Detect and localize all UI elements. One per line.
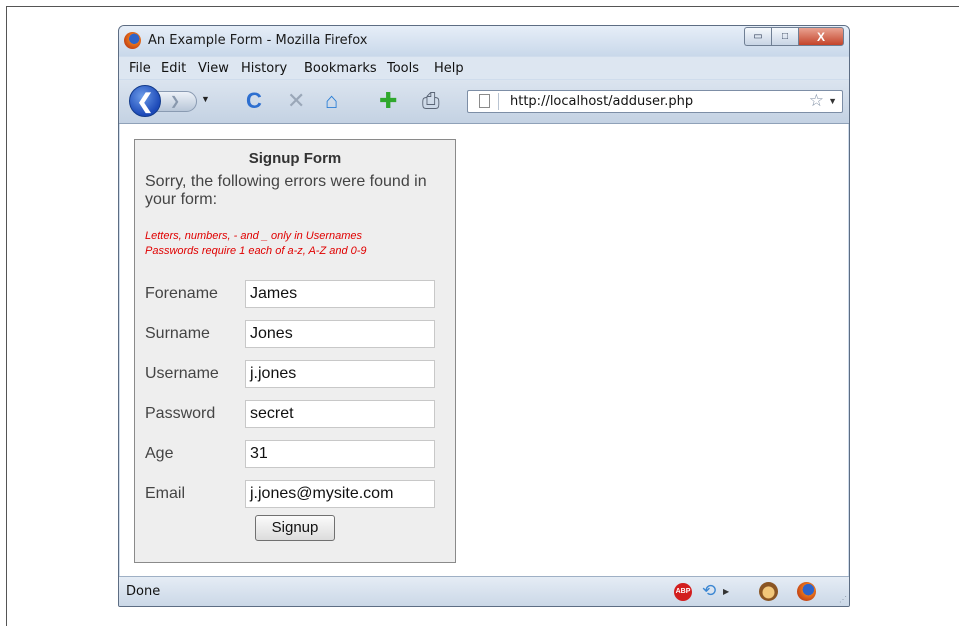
- add-bookmark-icon[interactable]: ✚: [379, 89, 397, 113]
- resize-grip-icon[interactable]: ⋰: [839, 595, 847, 604]
- firefox-logo-icon: [124, 32, 141, 49]
- stop-icon[interactable]: ✕: [287, 89, 305, 113]
- window-controls: ▭ □ X: [744, 27, 844, 46]
- page-content: Signup Form Sorry, the following errors …: [120, 124, 848, 576]
- age-input[interactable]: 31: [245, 440, 435, 468]
- menu-view[interactable]: View: [198, 61, 229, 76]
- menu-tools[interactable]: Tools: [387, 61, 419, 76]
- history-dropdown-icon[interactable]: ▼: [201, 94, 210, 104]
- frame-top-line: [6, 6, 959, 7]
- url-bar[interactable]: http://localhost/adduser.php ☆ ▼: [467, 90, 843, 113]
- greasemonkey-icon[interactable]: [759, 582, 778, 601]
- forward-button[interactable]: ❯: [155, 91, 197, 112]
- window-title: An Example Form - Mozilla Firefox: [148, 33, 368, 48]
- surname-input[interactable]: Jones: [245, 320, 435, 348]
- title-bar: An Example Form - Mozilla Firefox ▭ □ X: [119, 26, 849, 56]
- home-icon[interactable]: ⌂: [325, 89, 338, 113]
- close-button[interactable]: X: [798, 27, 844, 46]
- menu-bar: File Edit View History Bookmarks Tools H…: [119, 57, 849, 79]
- url-divider: [498, 93, 499, 110]
- status-bar: Done ABP ⟲ ▶ ⋰: [119, 576, 849, 606]
- minimize-button[interactable]: ▭: [744, 27, 771, 46]
- password-input[interactable]: secret: [245, 400, 435, 428]
- forename-input[interactable]: James: [245, 280, 435, 308]
- browser-window: An Example Form - Mozilla Firefox ▭ □ X …: [118, 25, 850, 607]
- username-input[interactable]: j.jones: [245, 360, 435, 388]
- error-item: Passwords require 1 each of a-z, A-Z and…: [145, 245, 367, 257]
- maximize-button[interactable]: □: [771, 27, 798, 46]
- menu-help[interactable]: Help: [434, 61, 464, 76]
- menu-edit[interactable]: Edit: [161, 61, 186, 76]
- page-icon: [479, 94, 490, 108]
- url-dropdown-icon[interactable]: ▼: [828, 96, 837, 106]
- back-icon: ❮: [136, 90, 154, 113]
- menu-file[interactable]: File: [129, 61, 151, 76]
- url-input[interactable]: http://localhost/adduser.php: [510, 94, 693, 109]
- email-input[interactable]: j.jones@mysite.com: [245, 480, 435, 508]
- forename-label: Forename: [145, 285, 218, 302]
- sync-dropdown-icon[interactable]: ▶: [723, 587, 729, 596]
- print-icon[interactable]: ⎙: [422, 89, 440, 113]
- error-message: Sorry, the following errors were found i…: [145, 173, 427, 208]
- username-label: Username: [145, 365, 219, 382]
- error-list: Letters, numbers, - and _ only in Userna…: [145, 229, 450, 259]
- status-text: Done: [126, 584, 161, 599]
- signup-form: Signup Form Sorry, the following errors …: [134, 139, 456, 563]
- age-label: Age: [145, 445, 174, 462]
- reload-icon[interactable]: C: [246, 89, 262, 113]
- menu-history[interactable]: History: [241, 61, 287, 76]
- form-title: Signup Form: [248, 150, 342, 167]
- password-label: Password: [145, 405, 216, 422]
- star-icon[interactable]: ☆: [809, 91, 824, 111]
- sync-icon[interactable]: ⟲: [702, 581, 716, 601]
- email-label: Email: [145, 485, 186, 502]
- firefox-icon[interactable]: [797, 582, 816, 601]
- forward-icon: ❯: [170, 94, 181, 108]
- menu-bookmarks[interactable]: Bookmarks: [304, 61, 377, 76]
- frame-left-line: [6, 6, 7, 626]
- adblock-icon[interactable]: ABP: [674, 583, 692, 601]
- navigation-toolbar: ❯ ❮ ▼ C ✕ ⌂ ✚ ⎙ http://localhost/adduser…: [119, 80, 849, 124]
- surname-label: Surname: [145, 325, 210, 342]
- signup-button[interactable]: Signup: [255, 515, 335, 541]
- error-item: Letters, numbers, - and _ only in Userna…: [145, 230, 363, 242]
- back-button[interactable]: ❮: [129, 85, 161, 117]
